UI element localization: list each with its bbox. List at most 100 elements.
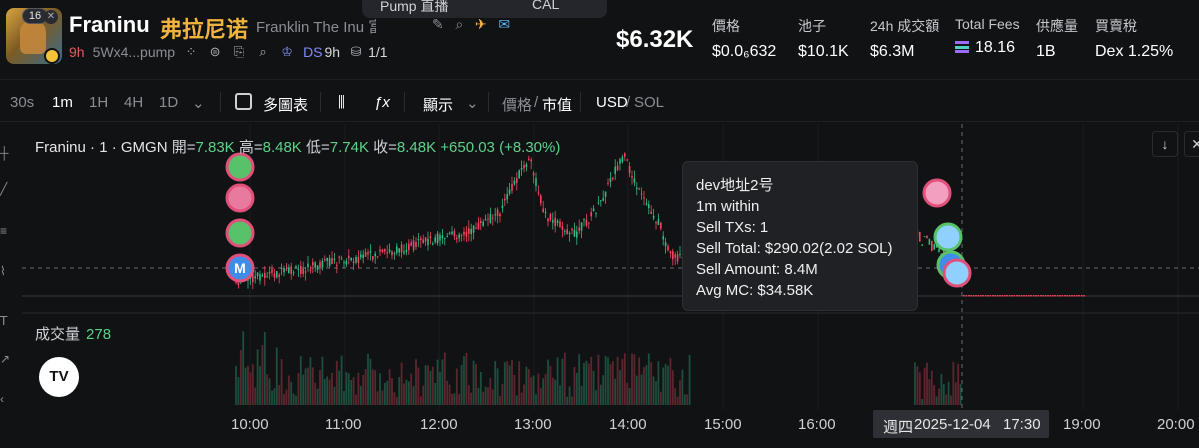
volume-bar	[959, 384, 962, 405]
candle	[604, 191, 607, 197]
candle	[290, 266, 292, 274]
volume-bar	[556, 357, 559, 405]
volume-value: 278	[86, 326, 112, 343]
candle	[1032, 295, 1035, 297]
volume-bar	[940, 373, 943, 405]
legend-high: 8.48K	[262, 139, 302, 156]
volume-bar	[328, 379, 331, 405]
volume-bar	[554, 379, 557, 405]
candle	[669, 251, 672, 254]
candle	[405, 249, 408, 252]
volume-bar	[249, 372, 252, 405]
volume-bar	[448, 384, 451, 405]
volume-bar	[367, 353, 369, 405]
candle	[316, 265, 319, 270]
candle	[475, 227, 477, 229]
volume-bar	[561, 358, 564, 405]
volume-bar	[580, 385, 583, 405]
volume-bar	[537, 373, 540, 405]
candle	[256, 272, 259, 277]
volume-bar	[681, 369, 684, 405]
candle	[1071, 295, 1073, 297]
candle	[408, 243, 410, 251]
cursor-time: 17:30	[1003, 416, 1041, 433]
volume-bar	[460, 364, 463, 405]
candle	[1054, 295, 1056, 297]
candle	[420, 238, 422, 240]
volume-bar	[683, 394, 686, 405]
volume-bar	[626, 382, 629, 405]
time-tick: 13:00	[514, 416, 552, 433]
volume-bar	[338, 370, 341, 405]
candle	[1035, 295, 1037, 297]
svg-text:M: M	[234, 260, 246, 276]
candle	[312, 262, 314, 266]
candle	[1028, 295, 1030, 297]
candle	[352, 261, 355, 264]
price-chart[interactable]: M	[0, 0, 1199, 448]
volume-bar	[299, 356, 302, 405]
candle	[484, 219, 487, 221]
candle	[980, 295, 982, 297]
volume-bar	[266, 374, 269, 405]
volume-bar	[631, 353, 633, 405]
volume-bar	[623, 353, 626, 405]
close-icon[interactable]: ✕	[44, 10, 58, 24]
volume-bar	[559, 385, 561, 405]
legend-change: +650.03 (+8.30%)	[440, 139, 561, 156]
sell-marker-icon	[942, 258, 972, 288]
candle	[595, 212, 597, 214]
candle	[374, 253, 376, 257]
volume-bar	[379, 373, 381, 405]
volume-bar	[355, 394, 357, 405]
arrow-down-icon[interactable]: ↓	[1152, 131, 1178, 157]
candle	[400, 244, 403, 253]
cursor-date: 2025-12-04	[914, 416, 991, 433]
volume-bar	[335, 360, 338, 405]
legend-high-label: 高=	[238, 139, 263, 156]
volume-bar	[436, 359, 439, 405]
volume-bar	[614, 378, 617, 405]
candle	[319, 261, 321, 268]
candle	[508, 189, 511, 194]
candle	[280, 267, 283, 269]
candle	[292, 272, 295, 274]
volume-bar	[304, 368, 307, 405]
candle	[384, 249, 386, 252]
candle	[968, 295, 970, 297]
candle	[992, 295, 994, 297]
candle	[338, 256, 340, 258]
close-icon[interactable]: ✕	[1184, 131, 1199, 157]
volume-bar	[326, 376, 329, 405]
candle	[631, 176, 633, 178]
candle	[355, 256, 357, 263]
candle	[645, 203, 648, 205]
candle	[933, 243, 935, 250]
volume-bar	[539, 388, 542, 405]
candle	[326, 258, 328, 262]
volume-bar	[261, 344, 264, 405]
tradingview-logo[interactable]: TV	[39, 357, 79, 397]
volume-bar	[568, 386, 571, 405]
tooltip-avg-mc: Avg MC: $34.58K	[696, 282, 814, 299]
platform-pill-icon	[44, 48, 60, 64]
volume-bar	[463, 356, 465, 405]
legend-close-label: 收=	[373, 139, 397, 156]
candle	[535, 178, 537, 187]
candle	[566, 229, 568, 235]
candle	[1078, 295, 1080, 297]
candle	[928, 238, 931, 245]
candle	[348, 255, 350, 259]
candle	[386, 252, 388, 254]
volume-bar	[669, 357, 672, 405]
candle	[472, 225, 475, 233]
candle	[1066, 295, 1068, 297]
candle	[520, 168, 523, 170]
candle	[650, 211, 652, 214]
candle	[648, 204, 650, 209]
volume-bar	[506, 361, 509, 405]
volume-bar	[242, 331, 245, 405]
volume-bar	[530, 377, 533, 405]
candle	[396, 246, 398, 254]
volume-bar	[364, 369, 367, 405]
